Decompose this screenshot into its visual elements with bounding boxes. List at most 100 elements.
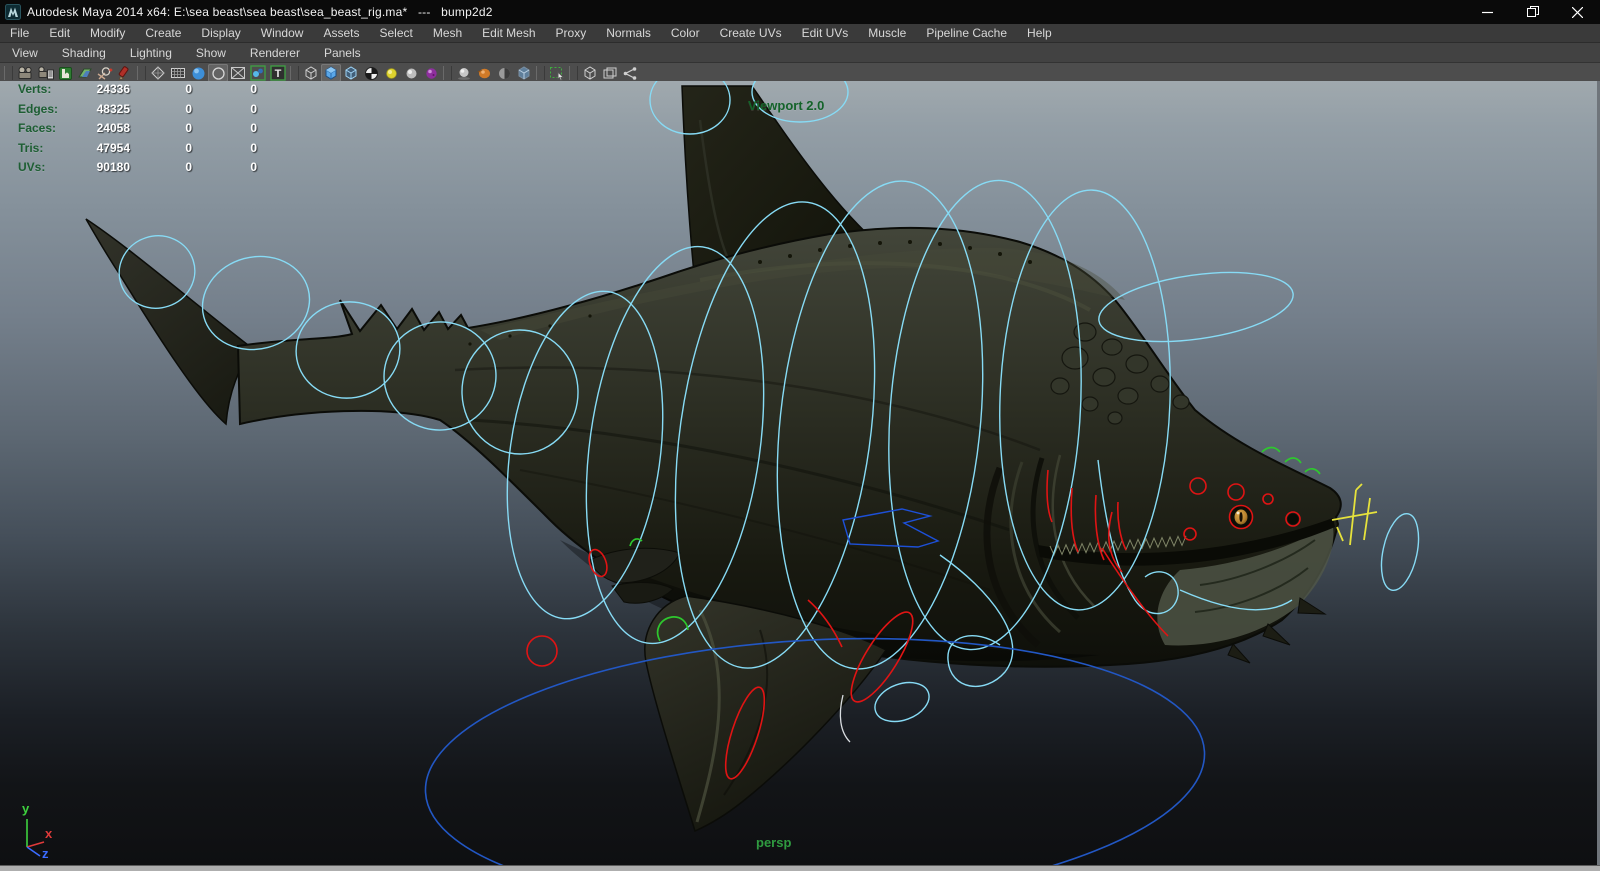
close-icon [1572,7,1583,18]
menu-create-uvs[interactable]: Create UVs [710,25,792,42]
panel-menu-view[interactable]: View [0,44,50,62]
menu-modify[interactable]: Modify [80,25,135,42]
xray-icon[interactable] [514,64,534,82]
no-lights-icon[interactable] [421,64,441,82]
pan-zoom-icon[interactable] [95,64,115,82]
menu-select[interactable]: Select [369,25,422,42]
toolbar-grip [443,66,452,80]
panel-menubar: View Shading Lighting Show Renderer Pane… [0,43,1600,63]
hud-value: 0 [150,121,192,135]
menu-edit-uvs[interactable]: Edit UVs [792,25,859,42]
hud-value: 0 [150,141,192,155]
panel-menu-renderer[interactable]: Renderer [238,44,312,62]
svg-text:T: T [275,68,282,80]
scene-render [0,81,1600,865]
main-menubar: File Edit Modify Create Display Window A… [0,24,1600,43]
hud-value: 24058 [55,121,130,135]
minimize-icon [1482,7,1493,18]
menu-window[interactable]: Window [251,25,314,42]
hud-value: 0 [215,82,257,96]
isolate-select-icon[interactable] [547,64,567,82]
menu-muscle[interactable]: Muscle [858,25,916,42]
panel-menu-shading[interactable]: Shading [50,44,118,62]
hud-value: 47954 [55,141,130,155]
menu-file[interactable]: File [0,25,39,42]
shadows-icon[interactable] [454,64,474,82]
multi-pane-icon[interactable] [600,64,620,82]
share-nodes-icon[interactable] [620,64,640,82]
wireframe-on-shaded-icon[interactable] [341,64,361,82]
panel-menu-show[interactable]: Show [184,44,238,62]
axis-gizmo: y x z [14,797,66,864]
no-texture-icon[interactable] [228,64,248,82]
textured-display-icon[interactable] [361,64,381,82]
tail-fin[interactable] [86,219,250,424]
panel-menu-lighting[interactable]: Lighting [118,44,184,62]
default-lighting-icon[interactable] [401,64,421,82]
hud-label: UVs: [18,160,45,174]
z-axis-label: z [42,846,49,859]
menu-pipeline-cache[interactable]: Pipeline Cache [916,25,1017,42]
restore-icon [1527,6,1539,18]
x-axis-label: x [45,826,53,841]
toolbar-grip [4,66,13,80]
minimize-button[interactable] [1465,0,1510,24]
image-plane-icon[interactable] [75,64,95,82]
hud-label: Faces: [18,121,56,135]
y-axis-label: y [22,801,30,816]
hud-value: 24336 [55,82,130,96]
select-camera-icon[interactable] [15,64,35,82]
window-title: Autodesk Maya 2014 x64: E:\sea beast\sea… [27,5,493,19]
toolbar-grip [137,66,146,80]
menu-mesh[interactable]: Mesh [423,25,472,42]
menu-edit[interactable]: Edit [39,25,80,42]
hud-value: 0 [150,160,192,174]
panel-menu-panels[interactable]: Panels [312,44,373,62]
hud-value: 0 [150,82,192,96]
sea-beast-model[interactable] [86,86,1341,831]
shaded-mode-icon[interactable] [248,64,268,82]
menu-help[interactable]: Help [1017,25,1062,42]
smooth-shade-icon[interactable] [188,64,208,82]
hud-value: 0 [150,102,192,116]
motion-blur-icon[interactable] [474,64,494,82]
close-button[interactable] [1555,0,1600,24]
menu-proxy[interactable]: Proxy [546,25,597,42]
z-axis-line [27,847,40,856]
toolbar-grip [290,66,299,80]
hud-value: 0 [215,102,257,116]
title-bar: Autodesk Maya 2014 x64: E:\sea beast\sea… [0,0,1600,24]
menu-assets[interactable]: Assets [313,25,369,42]
toolbar-grip [536,66,545,80]
film-gate-icon[interactable] [168,64,188,82]
hud-label: Edges: [18,102,58,116]
grease-pencil-icon[interactable] [115,64,135,82]
wireframe-mode-icon[interactable] [208,64,228,82]
menu-edit-mesh[interactable]: Edit Mesh [472,25,545,42]
hud-value: 48325 [55,102,130,116]
shaded-display-icon[interactable] [321,64,341,82]
hud-value: 0 [215,160,257,174]
bookmarks-icon[interactable] [55,64,75,82]
renderer-label: Viewport 2.0 [748,98,824,113]
scene-cube-icon[interactable] [580,64,600,82]
wireframe-icon[interactable] [148,64,168,82]
viewport-canvas[interactable]: Verts: 24336 0 0 Edges: 48325 0 0 Faces:… [0,81,1600,865]
camera-label: persp [756,835,791,850]
all-lights-icon[interactable] [381,64,401,82]
camera-attributes-icon[interactable] [35,64,55,82]
menu-display[interactable]: Display [191,25,250,42]
screen-door-icon[interactable] [494,64,514,82]
nostril [1288,514,1299,525]
hud-value: 0 [215,121,257,135]
menu-color[interactable]: Color [661,25,710,42]
hud-label: Verts: [18,82,51,96]
toolbar-grip [569,66,578,80]
hud-value: 90180 [55,160,130,174]
textured-mode-icon[interactable]: T [268,64,288,82]
default-material-icon[interactable] [301,64,321,82]
menu-normals[interactable]: Normals [596,25,661,42]
window-bottom-edge [0,865,1600,871]
menu-create[interactable]: Create [135,25,191,42]
restore-button[interactable] [1510,0,1555,24]
